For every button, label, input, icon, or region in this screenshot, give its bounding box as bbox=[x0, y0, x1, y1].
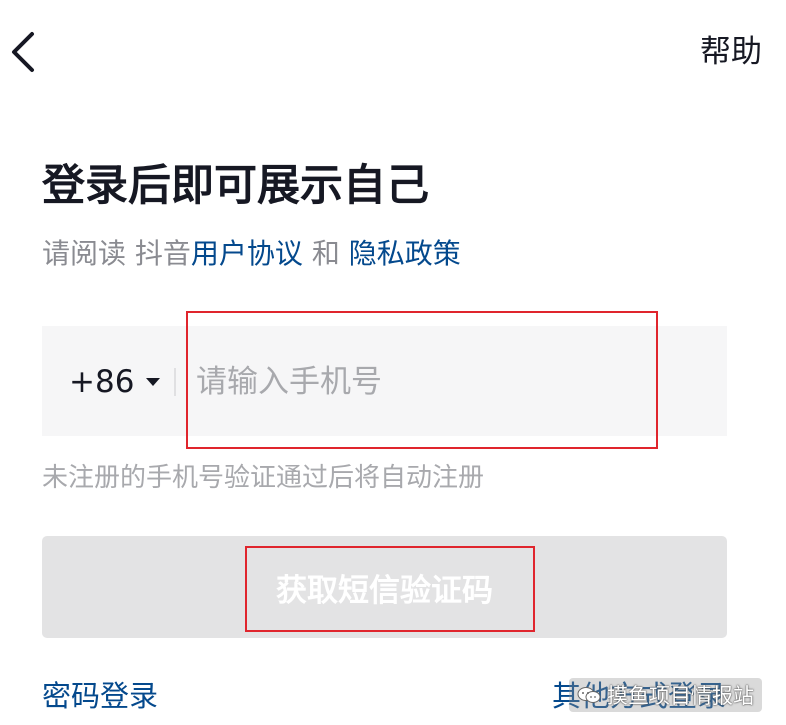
caret-down-icon bbox=[146, 378, 161, 386]
agreement-text: 请阅读 抖音用户协议 和 隐私政策 bbox=[42, 232, 461, 276]
auto-register-hint: 未注册的手机号验证通过后将自动注册 bbox=[42, 463, 485, 493]
country-code-selector[interactable]: +86 bbox=[69, 360, 161, 404]
back-button[interactable] bbox=[4, 24, 44, 80]
privacy-policy-link[interactable]: 隐私政策 bbox=[349, 237, 461, 270]
watermark-text: 摸鱼项目情报站 bbox=[607, 684, 754, 708]
agreement-prefix: 请阅读 抖音 bbox=[42, 237, 191, 270]
get-sms-code-button[interactable]: 获取短信验证码 bbox=[42, 536, 727, 638]
wechat-icon bbox=[577, 687, 601, 703]
password-login-link[interactable]: 密码登录 bbox=[42, 674, 158, 718]
agreement-and: 和 bbox=[302, 237, 349, 270]
chevron-left-icon bbox=[12, 32, 34, 72]
watermark: 摸鱼项目情报站 bbox=[569, 678, 762, 712]
divider bbox=[174, 368, 176, 396]
country-code-value: +86 bbox=[69, 364, 135, 400]
user-agreement-link[interactable]: 用户协议 bbox=[191, 237, 303, 270]
help-button[interactable]: 帮助 bbox=[700, 32, 762, 72]
page-title: 登录后即可展示自己 bbox=[42, 161, 429, 211]
phone-number-input[interactable] bbox=[196, 356, 646, 408]
phone-input-container: +86 bbox=[42, 326, 727, 436]
